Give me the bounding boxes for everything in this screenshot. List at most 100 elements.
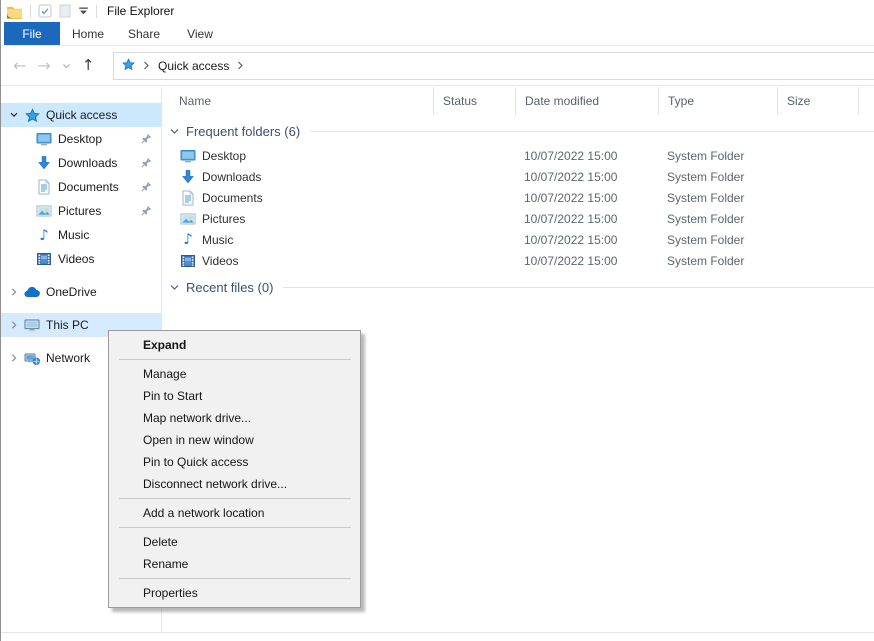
new-folder-qat-icon[interactable] — [59, 4, 71, 18]
file-row-music[interactable]: ♪ Music 10/07/2022 15:00 System Folder — [166, 229, 874, 250]
chevron-right-icon[interactable] — [6, 320, 22, 330]
sidebar-item-desktop[interactable]: Desktop — [1, 127, 161, 151]
name-cell: ♪ Music — [166, 232, 434, 248]
breadcrumb-chevron-icon[interactable] — [237, 59, 244, 73]
column-header-type[interactable]: Type — [659, 87, 778, 115]
sidebar-item-music[interactable]: ♪ Music — [1, 223, 161, 247]
menu-item-open-in-new-window[interactable]: Open in new window — [109, 429, 360, 451]
back-icon[interactable]: ← — [13, 58, 26, 74]
menu-item-properties[interactable]: Properties — [109, 582, 360, 604]
menu-item-pin-to-start[interactable]: Pin to Start — [109, 385, 360, 407]
group-header-recent-files[interactable]: Recent files (0) — [169, 277, 874, 297]
ribbon-tab-home[interactable]: Home — [60, 22, 116, 45]
menu-item-label: Open in new window — [143, 433, 254, 447]
network-icon — [22, 350, 42, 366]
group-rule — [283, 287, 874, 288]
column-header-label: Size — [787, 94, 810, 108]
breadcrumb[interactable]: Quick access — [158, 59, 229, 73]
sidebar-item-quick-access[interactable]: Quick access — [1, 103, 161, 127]
menu-item-disconnect-network-drive[interactable]: Disconnect network drive... — [109, 473, 360, 495]
navigation-buttons: ← → ↑ — [13, 46, 94, 85]
file-name: Documents — [202, 191, 263, 205]
menu-item-pin-to-quick-access[interactable]: Pin to Quick access — [109, 451, 360, 473]
ribbon-tab-label: View — [187, 27, 213, 41]
column-header-size[interactable]: Size — [778, 87, 859, 115]
window-title: File Explorer — [107, 4, 174, 18]
ribbon-tab-share[interactable]: Share — [116, 22, 172, 45]
onedrive-cloud-icon — [22, 286, 42, 298]
menu-item-add-a-network-location[interactable]: Add a network location — [109, 502, 360, 524]
sidebar-item-label: Network — [46, 351, 90, 365]
sidebar-item-documents[interactable]: Documents — [1, 175, 161, 199]
documents-icon — [34, 179, 54, 195]
up-icon[interactable]: ↑ — [82, 58, 95, 73]
column-header-date-modified[interactable]: Date modified — [516, 87, 659, 115]
ribbon-tab-view[interactable]: View — [172, 22, 228, 45]
ribbon-tabs: File Home Share View — [1, 22, 874, 46]
group-label: Frequent folders (6) — [186, 124, 300, 139]
file-row-desktop[interactable]: Desktop 10/07/2022 15:00 System Folder — [166, 145, 874, 166]
menu-item-manage[interactable]: Manage — [109, 363, 360, 385]
menu-item-label: Disconnect network drive... — [143, 477, 287, 491]
file-row-documents[interactable]: Documents 10/07/2022 15:00 System Folder — [166, 187, 874, 208]
type-cell: System Folder — [659, 170, 778, 184]
chevron-down-icon[interactable] — [6, 110, 22, 120]
chevron-right-icon[interactable] — [6, 287, 22, 297]
ribbon-tab-file[interactable]: File — [4, 22, 60, 45]
date-modified-cell: 10/07/2022 15:00 — [516, 212, 659, 226]
column-header-label: Status — [443, 94, 477, 108]
videos-icon — [180, 253, 196, 269]
pictures-icon — [34, 203, 54, 219]
sidebar-item-label: Music — [58, 228, 89, 242]
downloads-icon — [34, 155, 54, 171]
pictures-icon — [180, 211, 196, 227]
menu-item-rename[interactable]: Rename — [109, 553, 360, 575]
menu-item-label: Map network drive... — [143, 411, 251, 425]
group-collapse-chevron-icon[interactable] — [169, 126, 180, 137]
column-header-label: Name — [179, 94, 211, 108]
group-header-frequent-folders[interactable]: Frequent folders (6) — [169, 121, 874, 141]
recent-locations-chevron-icon[interactable] — [62, 59, 71, 73]
sidebar-item-downloads[interactable]: Downloads — [1, 151, 161, 175]
address-bar-row: ← → ↑ Quick access — [1, 46, 874, 86]
pin-icon — [141, 205, 152, 219]
file-row-pictures[interactable]: Pictures 10/07/2022 15:00 System Folder — [166, 208, 874, 229]
menu-item-map-network-drive[interactable]: Map network drive... — [109, 407, 360, 429]
file-name: Videos — [202, 254, 238, 268]
file-row-downloads[interactable]: Downloads 10/07/2022 15:00 System Folder — [166, 166, 874, 187]
sidebar-item-onedrive[interactable]: OneDrive — [1, 280, 161, 304]
menu-item-label: Expand — [143, 338, 186, 352]
menu-item-delete[interactable]: Delete — [109, 531, 360, 553]
name-cell: Desktop — [166, 148, 434, 164]
pin-icon — [141, 133, 152, 147]
properties-qat-icon[interactable] — [38, 4, 52, 18]
customize-quick-access-toolbar-icon[interactable] — [78, 6, 89, 16]
column-header-name[interactable]: Name — [166, 87, 434, 115]
ribbon-tab-label: File — [22, 27, 41, 41]
address-box[interactable]: Quick access — [113, 52, 874, 80]
sidebar-item-label: Quick access — [46, 108, 117, 122]
name-cell: Downloads — [166, 169, 434, 185]
sidebar-item-label: Documents — [58, 180, 119, 194]
sidebar-item-videos[interactable]: Videos — [1, 247, 161, 271]
desktop-icon — [180, 148, 196, 164]
chevron-right-icon[interactable] — [6, 353, 22, 363]
status-bar — [1, 632, 874, 641]
file-row-videos[interactable]: Videos 10/07/2022 15:00 System Folder — [166, 250, 874, 271]
sidebar-item-label: This PC — [46, 318, 89, 332]
this-pc-icon — [22, 317, 42, 333]
menu-item-expand[interactable]: Expand — [109, 334, 360, 356]
group-collapse-chevron-icon[interactable] — [169, 282, 180, 293]
menu-item — [119, 498, 351, 499]
column-header-label: Date modified — [525, 94, 599, 108]
frequent-folders-rows: Desktop 10/07/2022 15:00 System Folder D… — [163, 145, 874, 271]
breadcrumb-chevron-icon[interactable] — [143, 59, 150, 73]
sidebar-item-pictures[interactable]: Pictures — [1, 199, 161, 223]
titlebar: File Explorer — [1, 0, 874, 22]
titlebar-separator — [96, 5, 97, 18]
forward-icon[interactable]: → — [37, 58, 50, 74]
music-icon: ♪ — [180, 232, 196, 248]
sidebar-item-label: OneDrive — [46, 285, 97, 299]
column-header-status[interactable]: Status — [434, 87, 516, 115]
menu-item-label: Manage — [143, 367, 186, 381]
